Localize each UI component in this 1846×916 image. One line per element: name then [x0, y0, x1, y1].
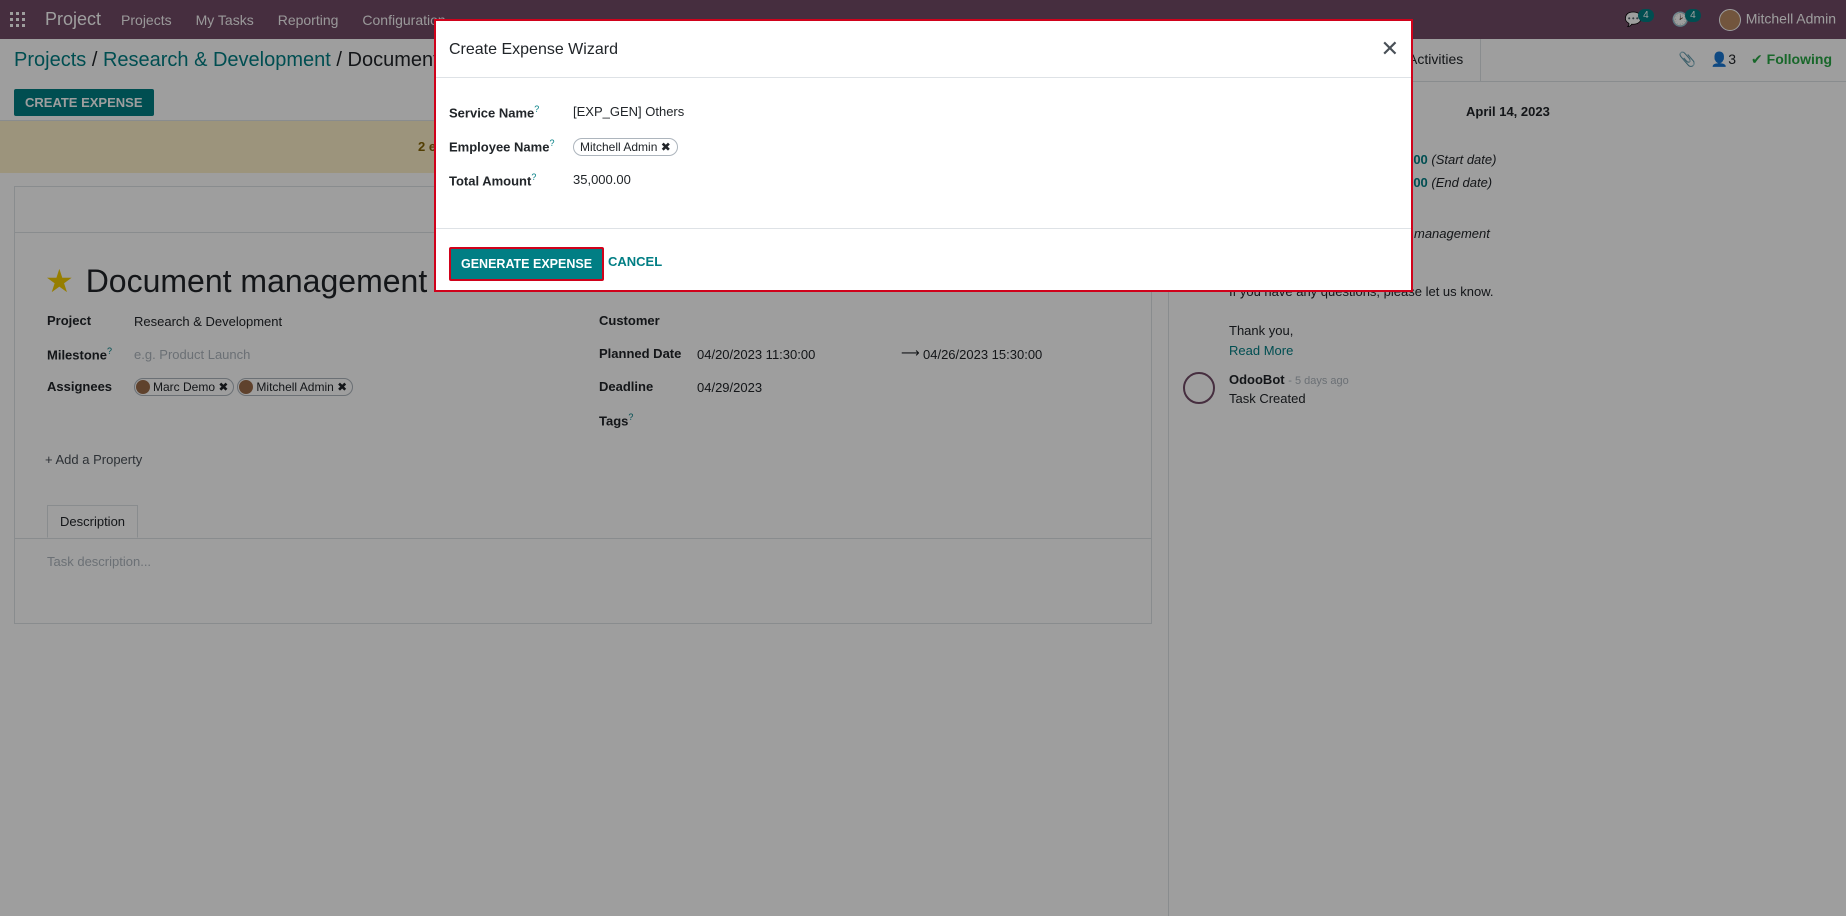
- total-amount-row: Total Amount? 35,000.00: [449, 172, 631, 188]
- employee-name-row: Employee Name? Mitchell Admin ✖: [449, 138, 681, 156]
- dialog-header: Create Expense Wizard ✕: [436, 21, 1411, 78]
- employee-tag: Mitchell Admin ✖: [573, 138, 678, 156]
- create-expense-dialog: Create Expense Wizard ✕ Service Name? [E…: [434, 19, 1413, 292]
- dialog-title: Create Expense Wizard: [449, 41, 618, 58]
- service-name-label: Service Name?: [449, 104, 540, 121]
- employee-name-label: Employee Name?: [449, 138, 555, 155]
- remove-icon[interactable]: ✖: [661, 140, 671, 154]
- total-amount-field[interactable]: 35,000.00: [573, 172, 631, 188]
- service-name-row: Service Name? [EXP_GEN] Others: [449, 104, 684, 120]
- employee-name-field[interactable]: Mitchell Admin ✖: [573, 138, 681, 156]
- dialog-footer-divider: [436, 228, 1411, 229]
- generate-expense-button[interactable]: GENERATE EXPENSE: [449, 247, 605, 281]
- close-icon[interactable]: ✕: [1381, 36, 1399, 62]
- total-amount-label: Total Amount?: [449, 172, 537, 189]
- service-name-field[interactable]: [EXP_GEN] Others: [573, 104, 684, 120]
- cancel-button[interactable]: CANCEL: [608, 254, 662, 269]
